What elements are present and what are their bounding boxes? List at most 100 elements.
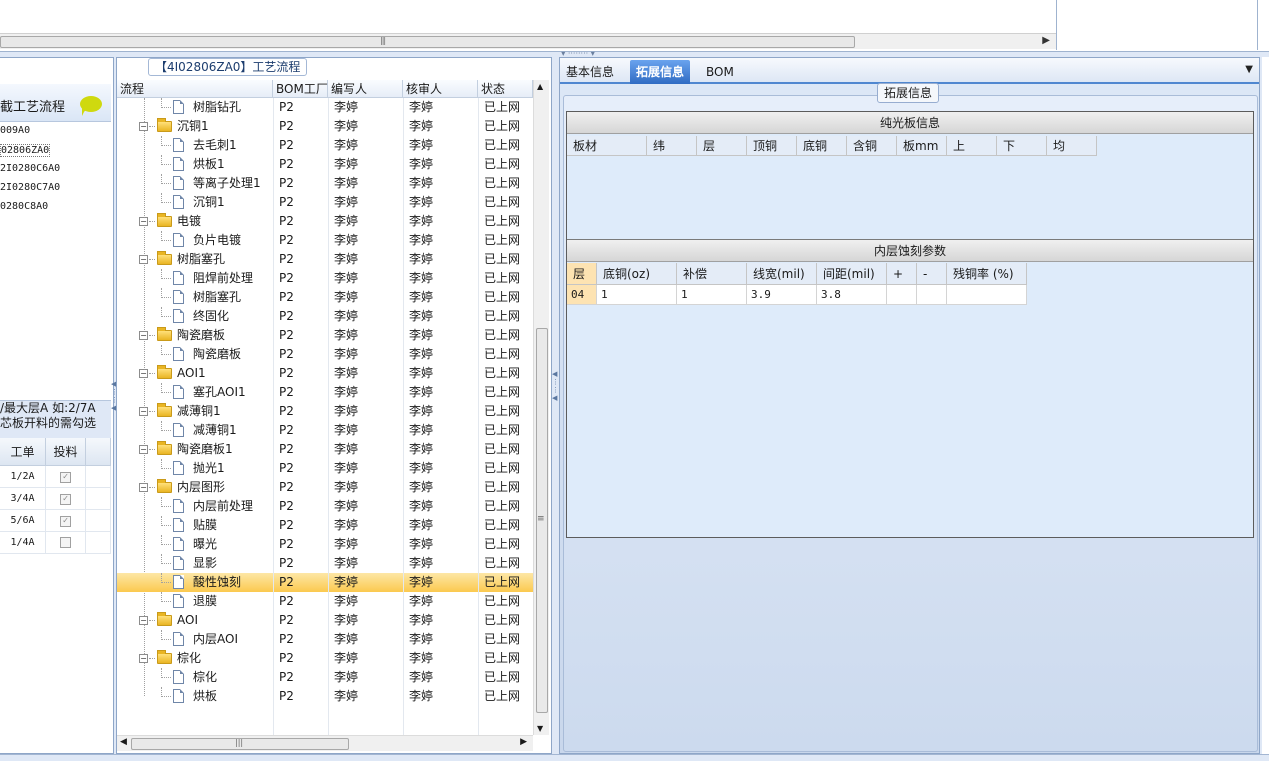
scroll-left-arrow-icon[interactable]: ◀	[120, 737, 127, 747]
scroll-down-arrow-icon[interactable]: ▼	[537, 724, 543, 733]
etch-col-header[interactable]: 间距(mil)	[817, 263, 887, 285]
tree-row[interactable]: 内层AOI P2 李婷 李婷 已上网	[117, 630, 533, 649]
collapse-toggle-icon[interactable]: −	[139, 255, 148, 264]
tree-row[interactable]: 棕化 P2 李婷 李婷 已上网	[117, 668, 533, 687]
plain-board-col-header[interactable]: 板材	[567, 136, 647, 156]
tree-row[interactable]: 显影 P2 李婷 李婷 已上网	[117, 554, 533, 573]
plain-board-col-header[interactable]: 上	[947, 136, 997, 156]
bom-list-item[interactable]: 02806ZA0	[0, 144, 51, 157]
tree-row[interactable]: 去毛刺1 P2 李婷 李婷 已上网	[117, 136, 533, 155]
plain-board-col-header[interactable]: 含铜	[847, 136, 897, 156]
plain-board-col-header[interactable]: 顶铜	[747, 136, 797, 156]
collapse-toggle-icon[interactable]: −	[139, 483, 148, 492]
etch-col-header[interactable]: 层	[567, 263, 597, 285]
cell-writer: 李婷	[334, 119, 359, 133]
tree-row[interactable]: 树脂塞孔 P2 李婷 李婷 已上网	[117, 288, 533, 307]
etch-cell[interactable]: 3.8	[817, 285, 887, 305]
tab-basic-info[interactable]: 基本信息	[560, 60, 620, 84]
bom-list-item[interactable]: 009A0	[0, 125, 30, 136]
vertical-splitter-handle[interactable]: ◀ ⋮ ⋮ ◀	[552, 370, 559, 440]
tree-row[interactable]: 内层前处理 P2 李婷 李婷 已上网	[117, 497, 533, 516]
feed-checkbox[interactable]: ✓	[60, 472, 71, 483]
col-header-reviewer[interactable]: 核审人	[403, 80, 478, 98]
etch-col-header[interactable]: -	[917, 263, 947, 285]
tree-row[interactable]: − 陶瓷磨板 P2 李婷 李婷 已上网	[117, 326, 533, 345]
collapse-toggle-icon[interactable]: −	[139, 331, 148, 340]
tree-row[interactable]: 负片电镀 P2 李婷 李婷 已上网	[117, 231, 533, 250]
scroll-right-arrow-icon[interactable]: ▶	[520, 737, 527, 747]
speech-bubble-icon[interactable]	[80, 96, 102, 116]
scroll-up-arrow-icon[interactable]: ▲	[537, 82, 543, 91]
tab-list-dropdown-icon[interactable]: ▼	[1245, 64, 1253, 75]
etch-cell[interactable]	[947, 285, 1027, 305]
tree-row[interactable]: 陶瓷磨板 P2 李婷 李婷 已上网	[117, 345, 533, 364]
scroll-right-arrow-icon[interactable]: ▶	[1042, 35, 1050, 46]
tree-row[interactable]: 曝光 P2 李婷 李婷 已上网	[117, 535, 533, 554]
tree-row[interactable]: − AOI P2 李婷 李婷 已上网	[117, 611, 533, 630]
tree-row[interactable]: 贴膜 P2 李婷 李婷 已上网	[117, 516, 533, 535]
top-horizontal-scrollbar[interactable]: ||| ▶	[0, 33, 1056, 49]
tree-row[interactable]: − 电镀 P2 李婷 李婷 已上网	[117, 212, 533, 231]
plain-board-col-header[interactable]: 均	[1047, 136, 1097, 156]
collapse-toggle-icon[interactable]: −	[139, 654, 148, 663]
etch-cell[interactable]: 1	[597, 285, 677, 305]
bom-list-item[interactable]: 2I0280C7A0	[0, 182, 60, 193]
etch-cell[interactable]: 1	[677, 285, 747, 305]
collapse-toggle-icon[interactable]: −	[139, 616, 148, 625]
etch-col-header[interactable]: 底铜(oz)	[597, 263, 677, 285]
collapse-toggle-icon[interactable]: −	[139, 445, 148, 454]
plain-board-col-header[interactable]: 下	[997, 136, 1047, 156]
grid-cell-feed: ✓	[46, 510, 86, 532]
tree-row[interactable]: − AOI1 P2 李婷 李婷 已上网	[117, 364, 533, 383]
plain-board-col-header[interactable]: 底铜	[797, 136, 847, 156]
tree-row[interactable]: 烘板 P2 李婷 李婷 已上网	[117, 687, 533, 706]
tab-extended-info[interactable]: 拓展信息	[630, 60, 691, 84]
bom-list-item[interactable]: 0280C8A0	[0, 201, 48, 212]
etch-cell[interactable]	[887, 285, 917, 305]
etch-cell[interactable]: 3.9	[747, 285, 817, 305]
tree-row[interactable]: − 内层图形 P2 李婷 李婷 已上网	[117, 478, 533, 497]
tree-horizontal-scrollbar[interactable]: ◀ ||| ▶	[117, 735, 533, 751]
etch-col-header[interactable]: +	[887, 263, 917, 285]
col-header-writer[interactable]: 编写人	[328, 80, 403, 98]
feed-checkbox[interactable]	[60, 537, 71, 548]
tree-row[interactable]: 烘板1 P2 李婷 李婷 已上网	[117, 155, 533, 174]
tree-row[interactable]: − 陶瓷磨板1 P2 李婷 李婷 已上网	[117, 440, 533, 459]
tree-connector-line	[161, 278, 171, 279]
etch-cell[interactable]	[917, 285, 947, 305]
collapse-toggle-icon[interactable]: −	[139, 407, 148, 416]
etch-col-header[interactable]: 补偿	[677, 263, 747, 285]
tree-row[interactable]: 树脂钻孔 P2 李婷 李婷 已上网	[117, 98, 533, 117]
tree-row[interactable]: − 沉铜1 P2 李婷 李婷 已上网	[117, 117, 533, 136]
tree-row[interactable]: − 减薄铜1 P2 李婷 李婷 已上网	[117, 402, 533, 421]
tree-row[interactable]: − 棕化 P2 李婷 李婷 已上网	[117, 649, 533, 668]
process-name: 抛光1	[193, 461, 225, 475]
etch-col-header[interactable]: 残铜率 (%)	[947, 263, 1027, 285]
col-header-process[interactable]: 流程	[117, 80, 273, 98]
collapse-toggle-icon[interactable]: −	[139, 122, 148, 131]
tree-vertical-scrollbar[interactable]: ▲ ≡ ▼	[533, 80, 549, 735]
bom-list-item[interactable]: 2I0280C6A0	[0, 163, 60, 174]
tree-row[interactable]: 终固化 P2 李婷 李婷 已上网	[117, 307, 533, 326]
tree-row[interactable]: 退膜 P2 李婷 李婷 已上网	[117, 592, 533, 611]
tree-row[interactable]: 等离子处理1 P2 李婷 李婷 已上网	[117, 174, 533, 193]
tree-row[interactable]: 抛光1 P2 李婷 李婷 已上网	[117, 459, 533, 478]
feed-checkbox[interactable]: ✓	[60, 494, 71, 505]
plain-board-col-header[interactable]: 纬	[647, 136, 697, 156]
collapse-toggle-icon[interactable]: −	[139, 217, 148, 226]
tab-bom[interactable]: BOM	[700, 60, 740, 84]
tree-row[interactable]: 阻焊前处理 P2 李婷 李婷 已上网	[117, 269, 533, 288]
plain-board-col-header[interactable]: 层	[697, 136, 747, 156]
tree-row[interactable]: 沉铜1 P2 李婷 李婷 已上网	[117, 193, 533, 212]
plain-board-col-header[interactable]: 板mm	[897, 136, 947, 156]
feed-checkbox[interactable]: ✓	[60, 516, 71, 527]
etch-col-header[interactable]: 线宽(mil)	[747, 263, 817, 285]
tree-row[interactable]: 酸性蚀刻 P2 李婷 李婷 已上网	[117, 573, 533, 592]
tree-row[interactable]: − 树脂塞孔 P2 李婷 李婷 已上网	[117, 250, 533, 269]
scrollbar-thumb[interactable]	[0, 36, 855, 48]
tree-row[interactable]: 减薄铜1 P2 李婷 李婷 已上网	[117, 421, 533, 440]
col-header-status[interactable]: 状态	[478, 80, 533, 98]
collapse-toggle-icon[interactable]: −	[139, 369, 148, 378]
col-header-factory[interactable]: BOM工厂	[273, 80, 328, 98]
tree-row[interactable]: 塞孔AOI1 P2 李婷 李婷 已上网	[117, 383, 533, 402]
